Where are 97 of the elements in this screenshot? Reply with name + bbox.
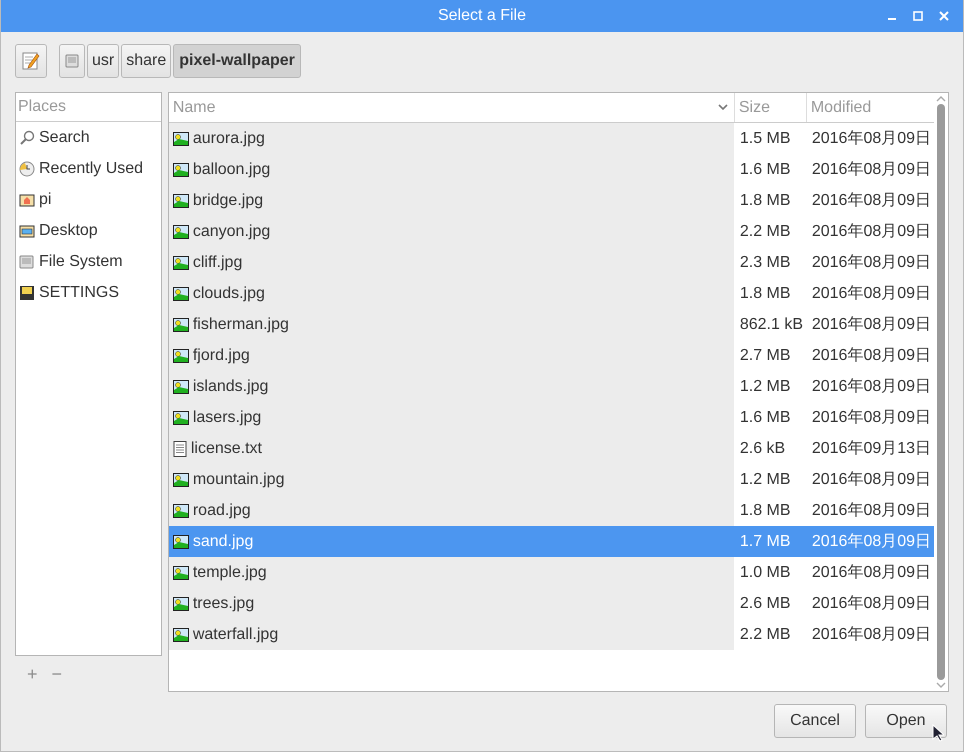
drive-button[interactable]: [59, 44, 85, 78]
pencil-icon: [21, 51, 41, 71]
file-name: aurora.jpg: [192, 130, 265, 148]
file-size: 1.6 MB: [738, 160, 792, 180]
image-file-icon: [172, 194, 189, 208]
file-name: balloon.jpg: [192, 160, 270, 178]
file-date: 2016年08月09日: [810, 315, 932, 335]
file-date: 2016年08月09日: [810, 625, 932, 645]
file-size: 1.7 MB: [734, 526, 806, 557]
file-size: 2.6 kB: [738, 438, 786, 458]
image-file-icon: [172, 380, 189, 394]
file-size: 2.2 MB: [738, 222, 792, 242]
drive-icon: [19, 254, 35, 270]
file-date: 2016年08月09日: [810, 501, 932, 521]
file-size: 1.8 MB: [738, 500, 792, 520]
floppy-icon: [19, 284, 35, 300]
drive-icon: [65, 54, 79, 68]
image-file-icon: [172, 318, 189, 332]
file-name: sand.jpg: [192, 532, 254, 550]
file-name: cliff.jpg: [192, 254, 242, 272]
path-button[interactable]: usr: [87, 44, 120, 78]
path-button[interactable]: share: [121, 44, 172, 78]
place-item[interactable]: File System: [16, 246, 161, 277]
file-date: 2016年09月13日: [810, 439, 932, 459]
file-name: islands.jpg: [192, 378, 268, 396]
file-size: 1.8 MB: [738, 190, 792, 210]
image-file-icon: [172, 348, 189, 362]
file-name: trees.jpg: [192, 594, 254, 612]
image-file-icon: [172, 286, 189, 300]
text-file-icon: [172, 440, 187, 456]
folder-icon: [19, 222, 35, 238]
file-date: 2016年08月09日: [810, 346, 932, 366]
file-name: fisherman.jpg: [192, 316, 289, 334]
scroll-down-icon[interactable]: [936, 682, 946, 689]
file-size: 2.7 MB: [738, 346, 792, 366]
image-file-icon: [172, 256, 189, 270]
file-name: license.txt: [190, 440, 262, 458]
file-size: 1.2 MB: [738, 470, 792, 490]
file-name: temple.jpg: [192, 564, 267, 582]
open-button[interactable]: Open: [865, 704, 947, 738]
image-file-icon: [172, 566, 189, 580]
scroll-up-icon[interactable]: [936, 95, 946, 102]
close-icon[interactable]: [939, 11, 949, 21]
image-file-icon: [172, 596, 189, 610]
edit-location-button[interactable]: [15, 44, 47, 78]
cancel-button[interactable]: Cancel: [774, 704, 856, 738]
image-file-icon: [172, 410, 189, 424]
file-date: 2016年08月09日: [810, 129, 932, 149]
image-file-icon: [172, 534, 189, 548]
clock-icon: [19, 160, 35, 176]
place-item[interactable]: Search: [16, 122, 161, 153]
image-file-icon: [172, 628, 189, 642]
file-date: 2016年08月09日: [810, 408, 932, 428]
file-size: 2.6 MB: [738, 594, 792, 614]
file-date: 2016年08月09日: [810, 160, 932, 180]
file-name: bridge.jpg: [192, 192, 264, 210]
image-file-icon: [172, 224, 189, 238]
file-size: 1.0 MB: [738, 562, 792, 582]
image-file-icon: [172, 472, 189, 486]
file-name: canyon.jpg: [192, 222, 270, 240]
window-title: Select a File: [438, 7, 526, 25]
file-size: 1.5 MB: [738, 128, 792, 148]
file-date: 2016年08月09日: [810, 284, 932, 304]
file-date: 2016年08月09日: [810, 191, 932, 211]
file-name: lasers.jpg: [192, 408, 262, 426]
file-size: 2.3 MB: [738, 252, 792, 272]
file-date: 2016年08月09日: [806, 526, 934, 557]
file-name: waterfall.jpg: [192, 626, 278, 644]
file-date: 2016年08月09日: [810, 594, 932, 614]
image-file-icon: [172, 162, 189, 176]
file-size: 862.1 kB: [738, 314, 804, 334]
search-icon: [19, 130, 35, 146]
path-button[interactable]: pixel-wallpaper: [173, 44, 301, 78]
place-item[interactable]: pi: [16, 184, 161, 215]
file-size: 2.2 MB: [738, 624, 792, 644]
place-item[interactable]: Recently Used: [16, 153, 161, 184]
file-date: 2016年08月09日: [810, 377, 932, 397]
home-folder-icon: [19, 192, 35, 208]
places-header: Places: [16, 93, 161, 122]
file-size: 1.2 MB: [738, 376, 792, 396]
file-date: 2016年08月09日: [810, 222, 932, 242]
file-name: road.jpg: [192, 502, 251, 520]
mouse-pointer-icon: [932, 724, 944, 742]
image-file-icon: [172, 504, 189, 518]
place-item[interactable]: SETTINGS: [16, 277, 161, 308]
file-name: fjord.jpg: [192, 346, 250, 364]
file-name: clouds.jpg: [192, 284, 265, 302]
file-size: 1.8 MB: [738, 284, 792, 304]
file-size: 1.6 MB: [738, 408, 792, 428]
file-date: 2016年08月09日: [810, 470, 932, 490]
maximize-icon[interactable]: [913, 11, 923, 21]
file-date: 2016年08月09日: [810, 563, 932, 583]
sort-caret-icon: [718, 104, 728, 111]
file-name: mountain.jpg: [192, 470, 284, 488]
image-file-icon: [172, 132, 189, 146]
file-date: 2016年08月09日: [810, 253, 932, 273]
place-item[interactable]: Desktop: [16, 215, 161, 246]
